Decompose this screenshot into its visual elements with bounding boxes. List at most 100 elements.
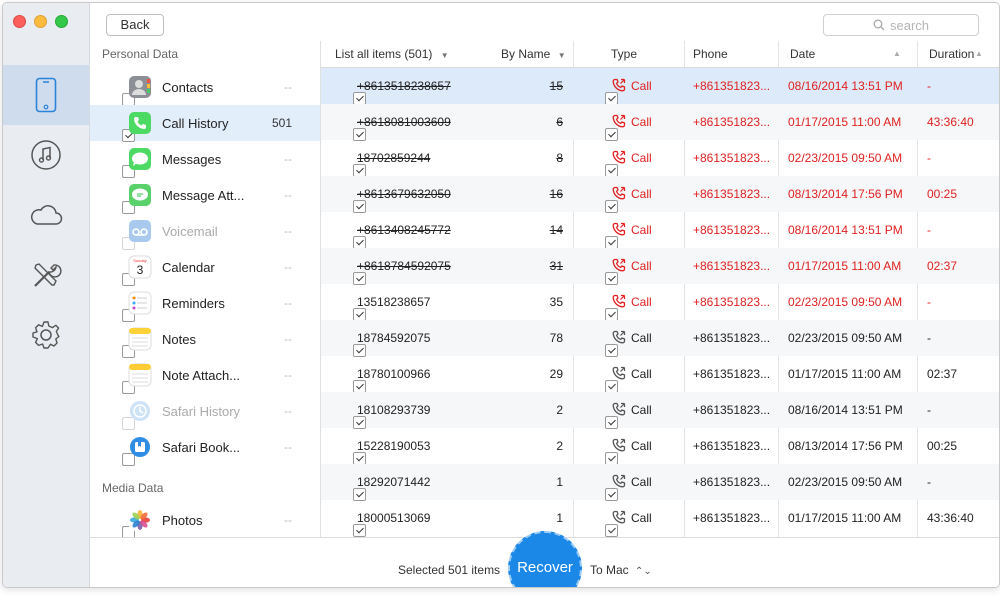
call-type: Call	[631, 79, 652, 93]
sort-by-name[interactable]: By Name ▼	[501, 47, 566, 61]
search-placeholder: search	[889, 17, 930, 33]
row-checkbox[interactable]	[353, 524, 366, 537]
category-count: --	[284, 404, 292, 418]
recover-button[interactable]: Recover	[508, 531, 582, 587]
category-item[interactable]: Photos --	[90, 502, 320, 539]
call-duration: -	[927, 403, 931, 417]
zoom-window-button[interactable]	[55, 15, 68, 28]
call-type: Call	[631, 115, 652, 129]
category-item[interactable]: Messages --	[90, 141, 320, 178]
missed-call-icon	[612, 294, 626, 311]
sidebar-device-button[interactable]	[3, 65, 89, 125]
table-row[interactable]: 18292071442 1 Call +861351823... 02/23/2…	[321, 464, 999, 501]
destination-select[interactable]: To Mac ⌃⌄	[590, 563, 652, 577]
phone-number: +861351823...	[693, 259, 771, 273]
table-row[interactable]: 18000513069 1 Call +861351823... 01/17/2…	[321, 500, 999, 537]
call-date: 02/23/2015 09:50 AM	[788, 331, 903, 345]
missed-call-icon	[612, 258, 626, 275]
voicemail-icon	[128, 219, 152, 243]
category-count: 501	[271, 116, 292, 130]
category-count: --	[284, 296, 292, 310]
contact-number: 18108293739	[357, 403, 431, 417]
table-row[interactable]: 18108293739 2 Call +861351823... 08/16/2…	[321, 392, 999, 429]
category-count: --	[284, 260, 292, 274]
outgoing-call-icon	[612, 510, 626, 527]
call-duration: -	[927, 151, 931, 165]
contacts-icon	[128, 75, 152, 99]
table-row[interactable]: +8618784592075 31 Call +861351823... 01/…	[321, 248, 999, 285]
category-item[interactable]: Contacts --	[90, 69, 320, 106]
call-type: Call	[631, 475, 652, 489]
missed-call-icon	[612, 222, 626, 239]
iphone-icon	[35, 77, 57, 113]
tools-icon	[34, 263, 62, 287]
category-item[interactable]: Notes --	[90, 321, 320, 358]
back-button[interactable]: Back	[106, 14, 164, 36]
call-count: 35	[549, 295, 563, 309]
contact-number: +8618081003609	[357, 115, 451, 129]
category-item[interactable]: Call History 501	[90, 105, 320, 142]
category-item[interactable]: Message Att... --	[90, 177, 320, 214]
selected-count: Selected 501 items	[398, 563, 501, 577]
call-date: 08/13/2014 17:56 PM	[788, 439, 903, 453]
call-duration: 02:37	[927, 259, 958, 273]
table-row[interactable]: +8613679632050 16 Call +861351823... 08/…	[321, 176, 999, 213]
category-label: Reminders	[162, 296, 225, 311]
cloud-icon	[31, 205, 63, 225]
reminders-icon	[128, 291, 152, 315]
list-all-filter[interactable]: List all items (501) ▼	[335, 47, 449, 61]
sidebar-tools-button[interactable]	[3, 245, 89, 305]
call-count: 8	[556, 151, 563, 165]
category-label: Call History	[162, 116, 229, 131]
category-item[interactable]: Note Attach... --	[90, 357, 320, 394]
notes-icon	[128, 327, 152, 351]
call-count: 2	[556, 439, 563, 453]
footer-bar: Selected 501 items Recover To Mac ⌃⌄	[90, 531, 999, 587]
sidebar-settings-button[interactable]	[3, 305, 89, 365]
minimize-window-button[interactable]	[34, 15, 47, 28]
category-item[interactable]: Reminders --	[90, 285, 320, 322]
table-row[interactable]: 18702859244 8 Call +861351823... 02/23/2…	[321, 140, 999, 177]
column-date[interactable]: Date	[790, 47, 815, 61]
media-data-heading: Media Data	[102, 481, 164, 495]
category-count: --	[284, 188, 292, 202]
call-type: Call	[631, 295, 652, 309]
category-count: --	[284, 332, 292, 346]
phone-number: +861351823...	[693, 331, 771, 345]
category-item[interactable]: Sunday 3 Calendar --	[90, 249, 320, 286]
table-row[interactable]: +8613408245772 14 Call +861351823... 08/…	[321, 212, 999, 249]
outgoing-call-icon	[612, 402, 626, 419]
table-row[interactable]: +8613518238657 15 Call +861351823... 08/…	[321, 68, 999, 105]
call-count: 1	[556, 511, 563, 525]
column-type[interactable]: Type	[611, 47, 637, 61]
call-count: 1	[556, 475, 563, 489]
dropdown-arrow-icon: ▼	[557, 51, 566, 60]
category-item[interactable]: Safari Book... --	[90, 429, 320, 466]
close-window-button[interactable]	[13, 15, 26, 28]
phone-number: +861351823...	[693, 151, 771, 165]
table-row[interactable]: 18784592075 78 Call +861351823... 02/23/…	[321, 320, 999, 357]
sidebar-icloud-button[interactable]	[3, 185, 89, 245]
table-row[interactable]: 15228190053 2 Call +861351823... 08/13/2…	[321, 428, 999, 465]
table-row[interactable]: +8618081003609 6 Call +861351823... 01/1…	[321, 104, 999, 141]
phone-number: +861351823...	[693, 295, 771, 309]
search-input[interactable]: search	[823, 14, 979, 36]
category-item: Safari History --	[90, 393, 320, 430]
column-phone[interactable]: Phone	[693, 47, 728, 61]
music-icon	[31, 140, 61, 170]
contact-number: 18784592075	[357, 331, 431, 345]
sidebar-itunes-button[interactable]	[3, 125, 89, 185]
contact-number: +8613518238657	[357, 79, 451, 93]
column-duration[interactable]: Duration	[929, 47, 974, 61]
phone-number: +861351823...	[693, 367, 771, 381]
safari-history-icon	[128, 399, 152, 423]
category-item: Voicemail --	[90, 213, 320, 250]
category-label: Voicemail	[162, 224, 218, 239]
call-duration: 43:36:40	[927, 511, 974, 525]
missed-call-icon	[612, 186, 626, 203]
call-count: 31	[549, 259, 563, 273]
call-count: 29	[549, 367, 563, 381]
phone-number: +861351823...	[693, 403, 771, 417]
table-row[interactable]: 18780100966 29 Call +861351823... 01/17/…	[321, 356, 999, 393]
table-row[interactable]: 13518238657 35 Call +861351823... 02/23/…	[321, 284, 999, 321]
